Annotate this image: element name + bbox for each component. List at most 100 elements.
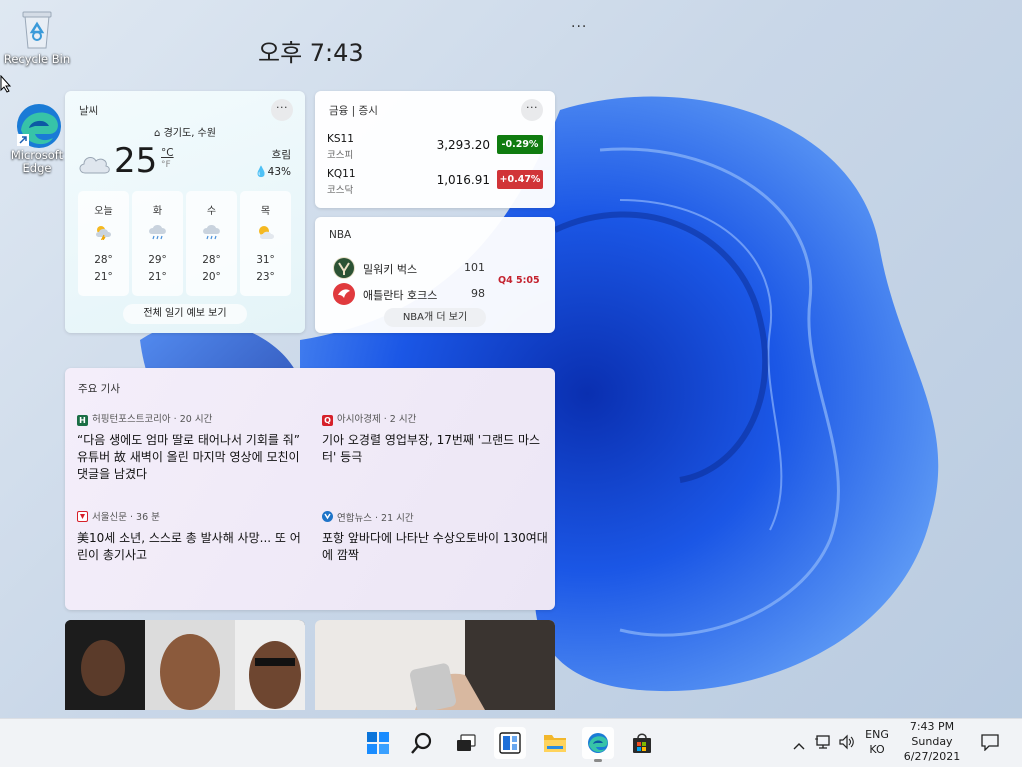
day-high: 29° (148, 254, 167, 266)
article-source: 연합뉴스 · 21 시간 (322, 511, 550, 525)
board-more-icon[interactable]: ··· (571, 19, 587, 35)
full-forecast-button[interactable]: 전체 일기 예보 보기 (123, 304, 247, 324)
nba-title: NBA (329, 229, 352, 241)
news-photo-card[interactable] (315, 620, 555, 710)
clock-date[interactable]: 7:43 PM Sunday 6/27/2021 (896, 719, 968, 764)
forecast-day[interactable]: 화 29° 21° (132, 191, 183, 296)
nba-more-button[interactable]: NBA개 더 보기 (384, 308, 486, 327)
start-button[interactable] (362, 727, 394, 759)
input-language-indicator[interactable]: ENG KO (862, 727, 892, 757)
news-photo-image (65, 620, 305, 710)
forecast-day[interactable]: 오늘 28° 21° (78, 191, 129, 296)
rain-icon (201, 224, 223, 240)
weather-humidity: 💧43% (255, 164, 291, 181)
stock-row[interactable]: KQ11 코스닥 1,016.91 +0.47% (327, 168, 543, 196)
volume-icon[interactable] (838, 734, 856, 754)
recycle-bin[interactable]: Recycle Bin (0, 6, 74, 66)
day-high: 31° (256, 254, 275, 266)
team-name: 애틀란타 호크스 (363, 289, 438, 302)
store-button[interactable] (626, 727, 658, 759)
day-low: 23° (256, 271, 275, 283)
team-row[interactable]: 밀워키 벅스 101 (333, 257, 493, 279)
news-article[interactable]: 서울신문 · 36 분 美10세 소년, 스스로 총 발사해 사망... 또 어… (77, 511, 305, 564)
rain-icon (147, 224, 169, 240)
weather-more-icon[interactable]: ··· (271, 99, 293, 121)
running-indicator (594, 759, 602, 762)
stock-name: 코스닥 (327, 185, 354, 196)
article-headline[interactable]: 기아 오경렬 영업부장, 17번째 '그랜드 마스터' 등극 (322, 432, 550, 466)
stock-value: 1,016.91 (436, 173, 490, 187)
finance-title: 금융 | 증시 (329, 105, 378, 117)
article-headline[interactable]: “다음 생에도 엄마 딸로 태어나서 기회를 줘” 유튜버 故 새벽이 올린 마… (77, 432, 305, 483)
article-headline[interactable]: 美10세 소년, 스스로 총 발사해 사망... 또 어린이 총기사고 (77, 530, 305, 564)
day-high: 28° (202, 254, 221, 266)
weather-condition-block: 흐림 💧43% (255, 147, 291, 181)
edge-icon (588, 733, 608, 753)
stock-row[interactable]: KS11 코스피 3,293.20 -0.29% (327, 133, 543, 161)
news-article[interactable]: H 허핑턴포스트코리아 · 20 시간 “다음 생에도 엄마 딸로 태어나서 기회… (77, 413, 305, 483)
day-low: 20° (202, 271, 221, 283)
stock-name: 코스피 (327, 150, 354, 161)
home-icon: ⌂ (154, 128, 161, 139)
unit-fahrenheit[interactable]: °F (161, 159, 174, 171)
team-name: 밀워키 벅스 (363, 263, 418, 276)
droplet-icon: 💧 (254, 166, 268, 178)
article-source-text: 연합뉴스 · 21 시간 (337, 513, 414, 524)
weather-widget[interactable]: 날씨 ··· ⌂ 경기도, 수원 25 °C °F 흐림 💧43% 오늘 28°… (65, 91, 305, 333)
seoul-shinmun-logo-icon (77, 511, 88, 522)
article-source-text: 아시아경제 · 2 시간 (337, 414, 417, 425)
asiae-logo-icon: Q (322, 415, 333, 426)
day-name: 수 (206, 206, 217, 217)
day-name: 화 (152, 206, 163, 217)
team-row[interactable]: 애틀란타 호크스 98 (333, 283, 493, 305)
recycle-bin-icon (15, 6, 59, 50)
day-low: 21° (94, 271, 113, 283)
top-stories-widget[interactable]: 주요 기사 H 허핑턴포스트코리아 · 20 시간 “다음 생에도 엄마 딸로 태… (65, 368, 555, 610)
yonhap-logo-icon (322, 511, 333, 522)
finance-more-icon[interactable]: ··· (521, 99, 543, 121)
stock-value: 3,293.20 (436, 138, 490, 152)
weather-unit-toggle[interactable]: °C °F (161, 147, 174, 171)
forecast-day[interactable]: 수 28° 20° (186, 191, 237, 296)
widgets-button[interactable] (494, 727, 526, 759)
task-view-button[interactable] (450, 727, 482, 759)
team-score: 98 (471, 287, 485, 300)
article-headline[interactable]: 포항 앞바다에 나타난 수상오토바이 130여대에 깜짝 (322, 530, 550, 564)
notification-center-icon[interactable] (980, 733, 1000, 755)
news-article[interactable]: Q 아시아경제 · 2 시간 기아 오경렬 영업부장, 17번째 '그랜드 마스터… (322, 413, 550, 466)
widgets-icon (499, 732, 521, 754)
game-status: Q4 5:05 (498, 275, 540, 286)
nba-widget[interactable]: NBA 밀워키 벅스 101 애틀란타 호크스 98 Q4 5:05 NBA개 … (315, 217, 555, 333)
tray-date: 6/27/2021 (903, 750, 961, 763)
hawks-logo-icon (333, 283, 355, 305)
day-high: 28° (94, 254, 113, 266)
unit-celsius[interactable]: °C (161, 147, 174, 159)
edge-button[interactable] (582, 727, 614, 762)
news-photo-card[interactable] (65, 620, 305, 710)
day-name: 오늘 (94, 206, 113, 217)
article-source-text: 허핑턴포스트코리아 · 20 시간 (92, 414, 213, 425)
language-code: ENG (865, 728, 889, 741)
tray-time: 7:43 PM (909, 720, 955, 733)
stock-change-badge: -0.29% (497, 135, 543, 154)
news-article[interactable]: 연합뉴스 · 21 시간 포항 앞바다에 나타난 수상오토바이 130여대에 깜… (322, 511, 550, 564)
thunder-sun-icon (93, 224, 115, 241)
news-photo-image (315, 620, 555, 710)
tray-day: Sunday (911, 735, 953, 748)
bucks-logo-icon (333, 257, 355, 279)
edge-desktop-shortcut[interactable]: Microsoft Edge (0, 102, 74, 175)
search-button[interactable] (406, 727, 438, 759)
weather-condition: 흐림 (271, 149, 291, 161)
forecast-day[interactable]: 목 31° 23° (240, 191, 291, 296)
network-icon[interactable] (814, 734, 832, 754)
mouse-cursor (0, 74, 12, 97)
cloudy-icon (77, 151, 111, 179)
file-explorer-button[interactable] (538, 727, 570, 759)
edge-desktop-label: Microsoft Edge (10, 148, 64, 175)
article-source: 서울신문 · 36 분 (77, 511, 305, 525)
huffpost-logo-icon: H (77, 415, 88, 426)
show-hidden-icons-chevron-icon[interactable] (792, 736, 806, 755)
finance-widget[interactable]: 금융 | 증시 ··· KS11 코스피 3,293.20 -0.29% KQ1… (315, 91, 555, 208)
weather-title: 날씨 (79, 105, 99, 117)
weather-location: ⌂ 경기도, 수원 (65, 124, 305, 139)
